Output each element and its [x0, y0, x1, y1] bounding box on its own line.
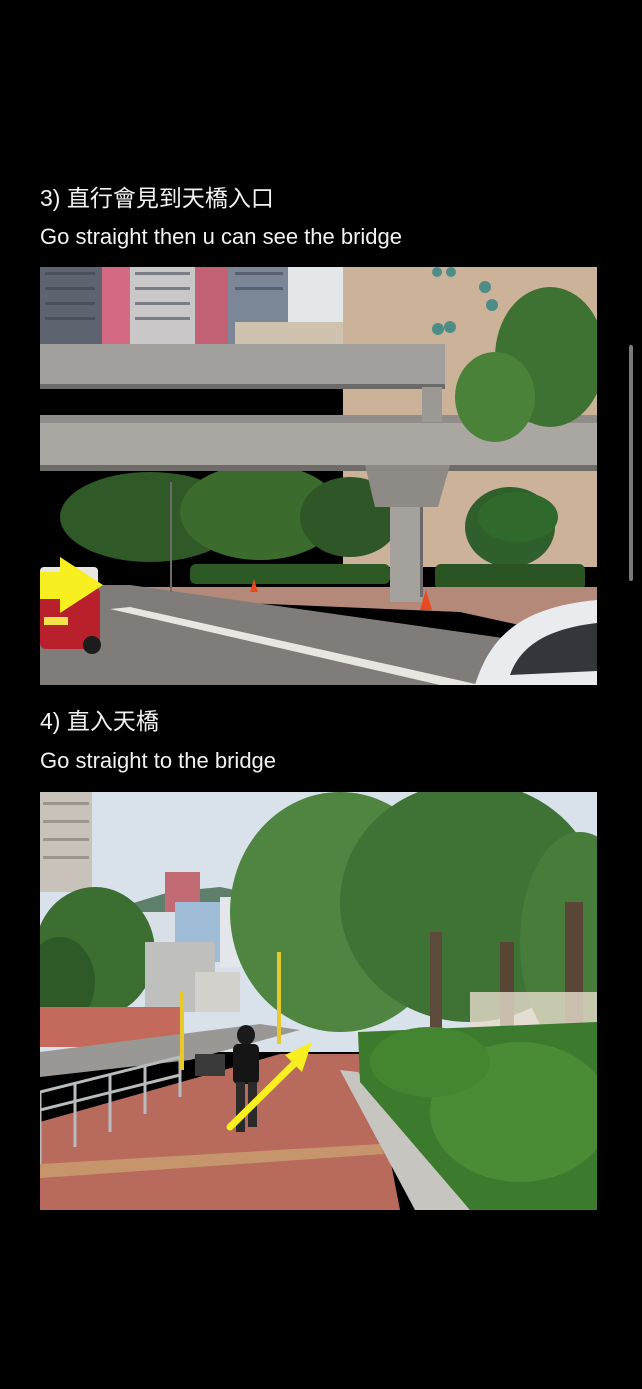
step-4-subtitle: Go straight to the bridge [40, 748, 277, 773]
step-3-number: 3) [40, 185, 61, 211]
step-3-subtitle: Go straight then u can see the bridge [40, 224, 403, 249]
scrollbar[interactable] [629, 345, 633, 581]
step-3-title: 3) 直行會見到天橋入口 [40, 184, 274, 212]
step-3-title-zh: 直行會見到天橋入口 [66, 185, 274, 211]
step-4-title-zh: 直入天橋 [66, 708, 159, 734]
step-4-title: 4) 直入天橋 [40, 707, 159, 735]
step-3-photo [40, 267, 597, 685]
step-4-photo [40, 792, 597, 1210]
step-4-number: 4) [40, 708, 61, 734]
